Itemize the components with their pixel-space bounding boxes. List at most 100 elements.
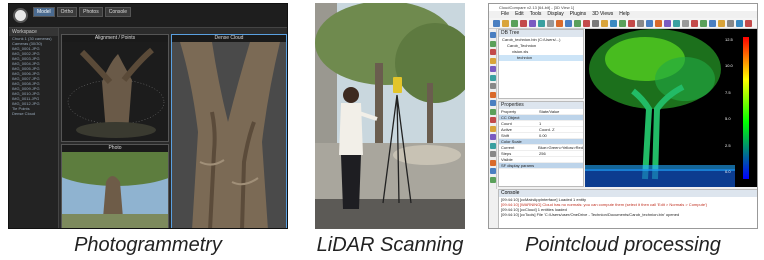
toolbar-tool-icon[interactable] xyxy=(520,20,527,27)
dense-cloud-view[interactable]: Dense Cloud xyxy=(171,34,287,228)
toolbar-tool-icon[interactable] xyxy=(709,20,716,27)
console-panel: Console [09:44:10] [ccMainAppInterface] … xyxy=(498,189,757,228)
view-tool-icon[interactable] xyxy=(490,66,496,72)
toolbar-tool-icon[interactable] xyxy=(745,20,752,27)
view-tool-icon[interactable] xyxy=(490,117,496,123)
view-tool-icon[interactable] xyxy=(490,159,496,166)
property-value xyxy=(539,163,583,168)
toolbar-tool-icon[interactable] xyxy=(673,20,680,27)
window-title: CloudCompare v2.13 [64-bit] - [3D View 1… xyxy=(489,4,757,11)
property-key: Steps xyxy=(501,151,512,156)
property-key: Color Scale xyxy=(501,139,522,144)
property-value[interactable]: State/Value xyxy=(539,109,583,114)
tab-ortho[interactable]: Ortho xyxy=(56,7,78,17)
cloudcompare-screenshot: CloudCompare v2.13 [64-bit] - [3D View 1… xyxy=(488,3,758,229)
toolbar-tool-icon[interactable] xyxy=(529,20,536,27)
toolbar-tool-icon[interactable] xyxy=(727,20,734,27)
toolbar-tool-icon[interactable] xyxy=(574,20,581,27)
menu-tools[interactable]: Tools xyxy=(530,11,542,18)
toolbar-tool-icon[interactable] xyxy=(646,20,653,27)
toolbar-tool-icon[interactable] xyxy=(691,20,698,27)
tab-photos[interactable]: Photos xyxy=(79,7,103,17)
menu-edit[interactable]: Edit xyxy=(515,11,524,18)
toolbar-tool-icon[interactable] xyxy=(565,20,572,27)
db-tree-item[interactable]: technion xyxy=(499,55,583,61)
toolbar-tool-icon[interactable] xyxy=(700,20,707,27)
menu-file[interactable]: File xyxy=(501,11,509,18)
toolbar-tool-icon[interactable] xyxy=(736,20,743,27)
tab-model[interactable]: Model xyxy=(33,7,55,17)
color-scale-label: 7.5 xyxy=(725,89,731,95)
pointcloud-caption: Pointcloud processing xyxy=(525,234,721,256)
view-tool-icon[interactable] xyxy=(490,40,496,47)
view-tool-icon[interactable] xyxy=(490,142,496,149)
view-tool-icon[interactable] xyxy=(490,57,496,64)
toolbar-tool-icon[interactable] xyxy=(628,20,635,27)
workspace-header: Workspace xyxy=(9,28,58,36)
menu-display[interactable]: Display xyxy=(547,11,563,18)
sparse-cloud-view[interactable]: Alignment / Points xyxy=(61,34,169,142)
photogrammetry-caption: Photogrammetry xyxy=(74,234,222,256)
toolbar-tool-icon[interactable] xyxy=(610,20,617,27)
3d-view[interactable]: 0.0 2.5 5.0 7.5 10.0 12.5 xyxy=(585,29,757,187)
db-tree-header: DB Tree xyxy=(499,30,583,37)
view-tool-icon[interactable] xyxy=(490,108,496,115)
property-key: Visible xyxy=(501,157,513,162)
toolbar-tool-icon[interactable] xyxy=(664,20,671,27)
toolbar-tool-icon[interactable] xyxy=(682,20,689,27)
property-value xyxy=(539,115,583,120)
view-label: Photo xyxy=(62,145,168,152)
toolbar-tool-icon[interactable] xyxy=(592,20,599,27)
property-key: SF display params xyxy=(501,163,535,168)
toolbar-tool-icon[interactable] xyxy=(547,20,554,27)
property-value[interactable]: 256 xyxy=(539,151,583,156)
photo-view[interactable]: Photo xyxy=(61,144,169,228)
property-key: Shift xyxy=(501,133,510,138)
properties-panel: Properties Property State/Value CC Object C… xyxy=(498,101,584,187)
toolbar-tool-icon[interactable] xyxy=(601,20,608,27)
view-tool-icon[interactable] xyxy=(490,125,496,132)
toolbar-tool-icon[interactable] xyxy=(655,20,662,27)
left-toolbar xyxy=(489,29,497,189)
lidar-caption: LiDAR Scanning xyxy=(316,234,464,256)
view-tool-icon[interactable] xyxy=(490,83,496,89)
photogrammetry-toolbar: Model Ortho Photos Console xyxy=(9,4,287,28)
property-value[interactable] xyxy=(539,157,583,162)
toolbar-tool-icon[interactable] xyxy=(493,20,500,27)
view-tool-icon[interactable] xyxy=(490,151,496,157)
property-value[interactable]: 1 xyxy=(539,121,583,126)
view-tool-icon[interactable] xyxy=(490,74,496,81)
tab-console[interactable]: Console xyxy=(104,7,132,17)
property-value xyxy=(539,139,583,144)
view-tool-icon[interactable] xyxy=(490,134,496,140)
toolbar-tool-icon[interactable] xyxy=(511,20,518,27)
color-scale-label: 10.0 xyxy=(725,63,733,69)
view-tool-icon[interactable] xyxy=(490,168,496,174)
photo-render xyxy=(62,152,168,228)
toolbar-tool-icon[interactable] xyxy=(637,20,644,27)
workspace-item[interactable]: Dense Cloud xyxy=(9,111,58,116)
main-toolbar xyxy=(489,18,757,29)
view-tool-icon[interactable] xyxy=(490,49,496,55)
view-tool-icon[interactable] xyxy=(490,176,496,183)
property-value[interactable]: Blue>Green>Yellow>Red xyxy=(538,145,583,150)
toolbar-tool-icon[interactable] xyxy=(502,20,509,27)
photogrammetry-screenshot: Model Ortho Photos Console Workspace Chunk … xyxy=(8,3,288,229)
view-tool-icon[interactable] xyxy=(490,91,496,98)
property-value[interactable]: Coord. Z xyxy=(539,127,583,132)
toolbar-tool-icon[interactable] xyxy=(718,20,725,27)
console-line: [09:44:10] [ccTools] File 'C:/Users/user… xyxy=(501,212,680,217)
view-label: Dense Cloud xyxy=(172,35,286,42)
view-tool-icon[interactable] xyxy=(490,32,496,38)
toolbar-tool-icon[interactable] xyxy=(556,20,563,27)
toolbar-tool-icon[interactable] xyxy=(583,20,590,27)
menu-help[interactable]: Help xyxy=(619,11,629,18)
lidar-photo-render xyxy=(315,3,465,229)
menu-3d-views[interactable]: 3D Views xyxy=(592,11,613,18)
toolbar-tool-icon[interactable] xyxy=(619,20,626,27)
view-tool-icon[interactable] xyxy=(490,100,496,106)
property-value[interactable]: 0.00 xyxy=(539,133,583,138)
toolbar-tool-icon[interactable] xyxy=(538,20,545,27)
console-header: Console xyxy=(499,190,757,197)
menu-plugins[interactable]: Plugins xyxy=(570,11,586,18)
